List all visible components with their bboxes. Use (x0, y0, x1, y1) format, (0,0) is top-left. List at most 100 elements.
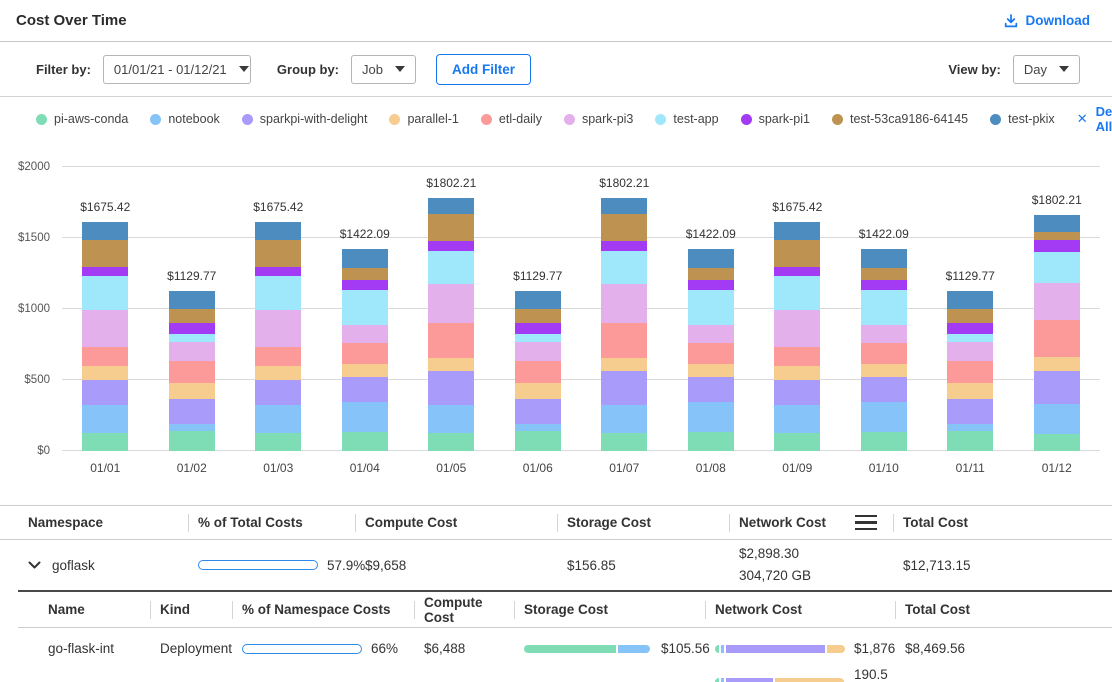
bar-segment-pi-aws-conda[interactable] (688, 432, 734, 451)
bar-segment-test-app[interactable] (428, 251, 474, 285)
bar-segment-test-53ca9186-64145[interactable] (688, 268, 734, 280)
bar-segment-spark-pi3[interactable] (688, 325, 734, 343)
bar-segment-etl-daily[interactable] (774, 347, 820, 366)
bar-segment-pi-aws-conda[interactable] (255, 433, 301, 452)
bar-segment-spark-pi1[interactable] (688, 280, 734, 290)
bar-segment-test-app[interactable] (688, 290, 734, 325)
chevron-down-icon[interactable] (28, 561, 41, 569)
stacked-bar-01/08[interactable] (688, 249, 734, 451)
bar-segment-parallel-1[interactable] (169, 383, 215, 399)
bar-segment-etl-daily[interactable] (601, 323, 647, 359)
bar-segment-parallel-1[interactable] (774, 366, 820, 380)
legend-item-parallel-1[interactable]: parallel-1 (389, 112, 458, 126)
stacked-bar-01/07[interactable] (601, 198, 647, 451)
bar-segment-test-53ca9186-64145[interactable] (428, 214, 474, 240)
bar-segment-test-pkix[interactable] (82, 222, 128, 240)
bar-segment-pi-aws-conda[interactable] (169, 431, 215, 451)
deselect-all-button[interactable]: ✕ Deselect All (1077, 104, 1112, 134)
bar-segment-parallel-1[interactable] (688, 364, 734, 377)
bar-segment-pi-aws-conda[interactable] (1034, 434, 1080, 451)
bar-segment-spark-pi3[interactable] (169, 342, 215, 361)
bar-segment-test-53ca9186-64145[interactable] (515, 309, 561, 323)
bar-segment-test-pkix[interactable] (688, 249, 734, 268)
bar-segment-test-pkix[interactable] (342, 249, 388, 268)
column-menu-icon[interactable] (855, 515, 877, 531)
bar-segment-test-app[interactable] (861, 290, 907, 325)
bar-segment-test-app[interactable] (169, 334, 215, 343)
bar-segment-spark-pi3[interactable] (342, 325, 388, 343)
bar-segment-test-pkix[interactable] (1034, 215, 1080, 232)
bar-segment-spark-pi3[interactable] (601, 284, 647, 322)
bar-segment-pi-aws-conda[interactable] (82, 433, 128, 452)
bar-segment-test-app[interactable] (342, 290, 388, 325)
bar-segment-spark-pi1[interactable] (515, 323, 561, 334)
stacked-bar-01/05[interactable] (428, 198, 474, 451)
legend-item-spark-pi3[interactable]: spark-pi3 (564, 112, 633, 126)
stacked-bar-01/03[interactable] (255, 222, 301, 451)
legend-item-test-53ca9186-64145[interactable]: test-53ca9186-64145 (832, 112, 968, 126)
bar-segment-sparkpi-with-delight[interactable] (688, 377, 734, 402)
bar-segment-notebook[interactable] (1034, 404, 1080, 434)
stacked-bar-01/12[interactable] (1034, 215, 1080, 451)
bar-segment-sparkpi-with-delight[interactable] (255, 380, 301, 405)
bar-segment-test-app[interactable] (1034, 252, 1080, 283)
bar-segment-notebook[interactable] (688, 402, 734, 432)
bar-segment-parallel-1[interactable] (428, 358, 474, 371)
legend-item-spark-pi1[interactable]: spark-pi1 (741, 112, 810, 126)
bar-segment-test-53ca9186-64145[interactable] (255, 240, 301, 266)
bar-segment-test-pkix[interactable] (861, 249, 907, 268)
bar-segment-spark-pi3[interactable] (515, 342, 561, 361)
bar-segment-sparkpi-with-delight[interactable] (601, 371, 647, 405)
bar-segment-test-pkix[interactable] (947, 291, 993, 309)
bar-segment-notebook[interactable] (82, 405, 128, 433)
bar-segment-sparkpi-with-delight[interactable] (342, 377, 388, 402)
bar-segment-test-pkix[interactable] (255, 222, 301, 240)
stacked-bar-01/04[interactable] (342, 249, 388, 451)
bar-segment-test-53ca9186-64145[interactable] (861, 268, 907, 280)
bar-segment-spark-pi1[interactable] (255, 267, 301, 277)
bar-segment-test-53ca9186-64145[interactable] (169, 309, 215, 323)
bar-segment-etl-daily[interactable] (428, 323, 474, 359)
stacked-bar-01/09[interactable] (774, 222, 820, 451)
stacked-bar-01/02[interactable] (169, 291, 215, 452)
legend-item-sparkpi-with-delight[interactable]: sparkpi-with-delight (242, 112, 368, 126)
bar-segment-test-pkix[interactable] (515, 291, 561, 309)
bar-segment-sparkpi-with-delight[interactable] (515, 399, 561, 424)
bar-segment-sparkpi-with-delight[interactable] (428, 371, 474, 405)
legend-item-test-pkix[interactable]: test-pkix (990, 112, 1055, 126)
bar-segment-spark-pi3[interactable] (255, 310, 301, 346)
stacked-bar-01/10[interactable] (861, 249, 907, 451)
bar-segment-spark-pi3[interactable] (82, 310, 128, 346)
bar-segment-sparkpi-with-delight[interactable] (947, 399, 993, 424)
bar-segment-parallel-1[interactable] (601, 358, 647, 371)
bar-segment-spark-pi3[interactable] (774, 310, 820, 346)
bar-segment-test-app[interactable] (82, 276, 128, 310)
bar-segment-parallel-1[interactable] (255, 366, 301, 380)
bar-segment-test-app[interactable] (601, 251, 647, 285)
bar-segment-pi-aws-conda[interactable] (947, 431, 993, 451)
bar-segment-pi-aws-conda[interactable] (342, 432, 388, 451)
stacked-bar-01/01[interactable] (82, 222, 128, 451)
bar-segment-spark-pi3[interactable] (947, 342, 993, 361)
group-by-select[interactable]: Job (351, 55, 416, 84)
bar-segment-spark-pi1[interactable] (428, 241, 474, 251)
date-range-select[interactable]: 01/01/21 - 01/12/21 (103, 55, 251, 84)
legend-item-test-app[interactable]: test-app (655, 112, 718, 126)
bar-segment-sparkpi-with-delight[interactable] (1034, 371, 1080, 404)
bar-segment-spark-pi3[interactable] (428, 284, 474, 322)
table-row-go-flask-int[interactable]: go-flask-int Deployment 66% $6,488 $105.… (18, 628, 1112, 682)
bar-segment-etl-daily[interactable] (169, 361, 215, 383)
bar-segment-spark-pi3[interactable] (1034, 283, 1080, 320)
bar-segment-test-pkix[interactable] (774, 222, 820, 240)
bar-segment-etl-daily[interactable] (255, 347, 301, 366)
bar-segment-pi-aws-conda[interactable] (601, 433, 647, 451)
bar-segment-pi-aws-conda[interactable] (774, 433, 820, 452)
bar-segment-test-app[interactable] (515, 334, 561, 343)
bar-segment-etl-daily[interactable] (947, 361, 993, 383)
bar-segment-parallel-1[interactable] (1034, 357, 1080, 371)
bar-segment-test-53ca9186-64145[interactable] (601, 214, 647, 240)
legend-item-notebook[interactable]: notebook (150, 112, 219, 126)
bar-segment-spark-pi1[interactable] (601, 241, 647, 251)
bar-segment-spark-pi1[interactable] (169, 323, 215, 334)
bar-segment-test-app[interactable] (947, 334, 993, 343)
